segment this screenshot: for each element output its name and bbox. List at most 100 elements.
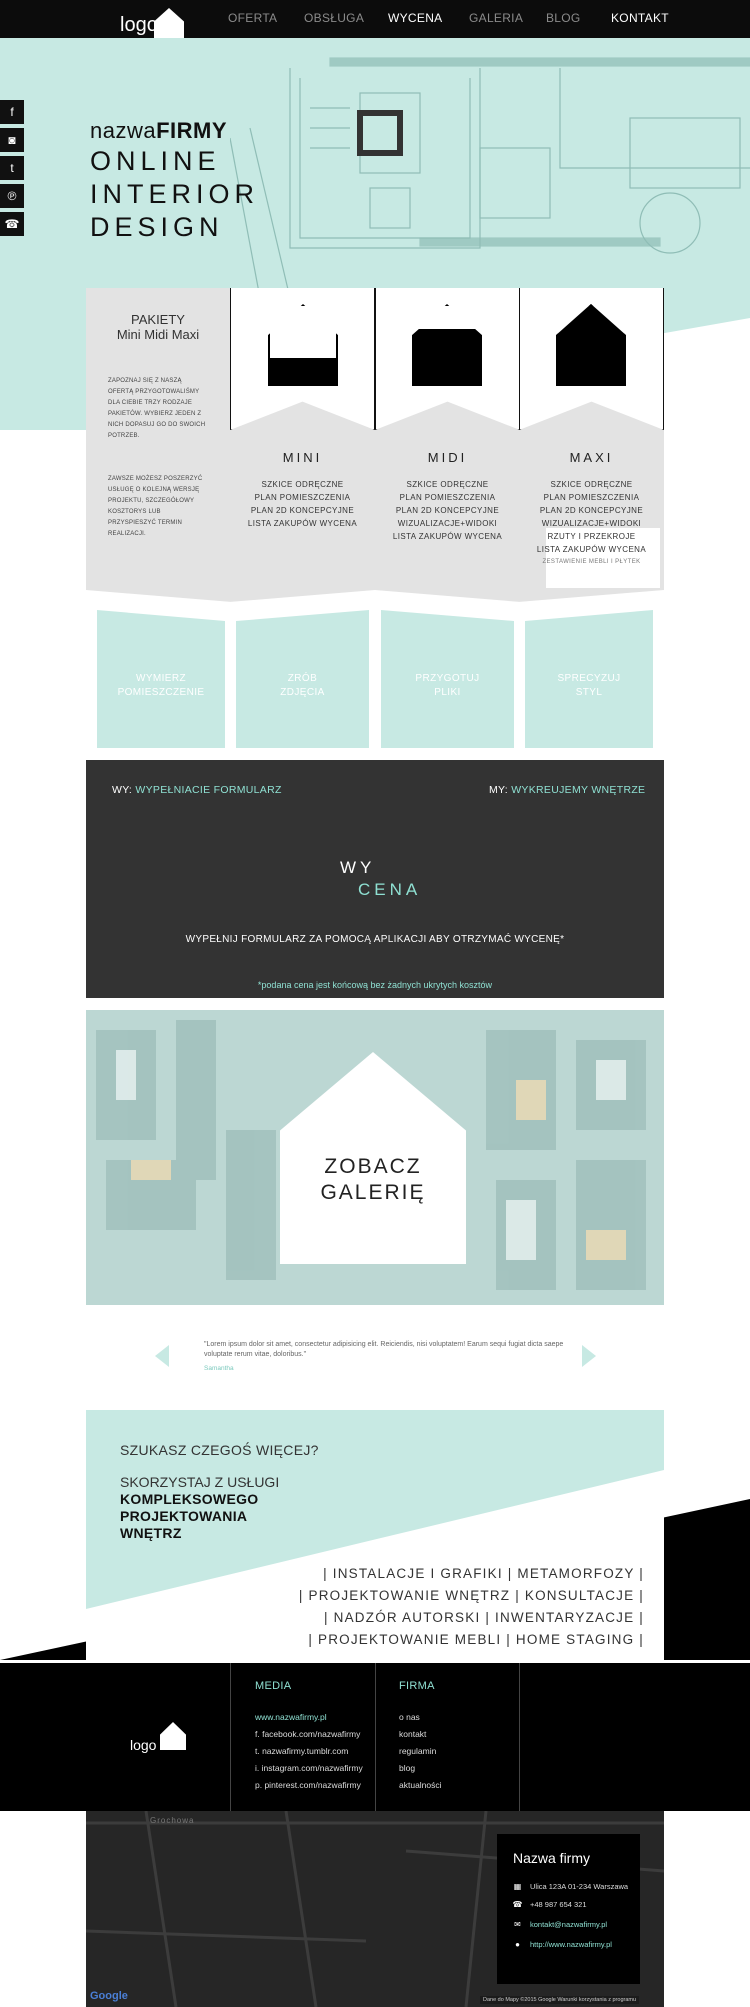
feature-item: SZKICE ODRĘCZNE (550, 480, 633, 489)
footer-firma-link[interactable]: regulamin (399, 1746, 436, 1756)
envelope-icon: ✉ (514, 1920, 521, 1929)
pinterest-icon[interactable]: ℗ (0, 184, 24, 208)
gallery-cta[interactable]: ZOBACZ GALERIĘ (280, 1154, 466, 1206)
footer-media-link[interactable]: f. facebook.com/nazwafirmy (255, 1729, 360, 1739)
footer-firma-link[interactable]: aktualności (399, 1780, 442, 1790)
tagline-line1: ONLINE (90, 146, 221, 176)
studio-step-label: MY: WYKREUJEMY WNĘTRZE (489, 784, 645, 796)
tumblr-icon[interactable]: t (0, 156, 24, 180)
gallery-cta-line2: GALERIĘ (320, 1181, 426, 1204)
services-bold-2: PROJEKTOWANIA (120, 1508, 248, 1524)
prev-arrow-icon[interactable] (155, 1345, 169, 1367)
package-name-midi: MIDI (427, 450, 468, 465)
services-line-2: | PROJEKTOWANIE WNĘTRZ | KONSULTACJE | (298, 1588, 644, 1603)
nav-blog[interactable]: BLOG (546, 11, 581, 25)
form-cta[interactable]: WYPEŁNIJ FORMULARZ ZA POMOCĄ APLIKACJI A… (86, 934, 664, 945)
contact-company: Nazwa firmy (513, 1850, 591, 1866)
services-line-3: | NADZÓR AUTORSKI | INWENTARYZACJE | (323, 1610, 644, 1625)
feature-item: LISTA ZAKUPÓW WYCENA (247, 519, 358, 528)
packages-description-1: ZAPOZNAJ SIĘ Z NASZĄ OFERTĄ PRZYGOTOWALI… (108, 378, 206, 439)
logo[interactable]: logo (120, 14, 158, 37)
step-label-2: ZRÓB ZDJĘCIA (236, 672, 369, 700)
step-label-1: WYMIERZ POMIESZCZENIE (97, 672, 225, 700)
next-arrow-icon[interactable] (582, 1345, 596, 1367)
feature-item: PLAN POMIESZCZENIA (399, 493, 496, 502)
packages-description-2: ZAWSZE MOŻESZ POSZERZYĆ USŁUGĘ O KOLEJNĄ… (108, 476, 203, 537)
phone-icon[interactable]: ☎ (0, 212, 24, 236)
step-label-4: SPRECYZUJ STYL (525, 672, 653, 700)
feature-item: PLAN 2D KONCEPCYJNE (539, 506, 644, 515)
wycena-logo-bottom: CENA (358, 880, 422, 899)
client-step-label: WY: WYPEŁNIACIE FORMULARZ (112, 784, 282, 796)
feature-item: WIZUALIZACJE+WIDOKI (541, 519, 642, 528)
feature-item: SZKICE ODRĘCZNE (406, 480, 489, 489)
globe-icon: ● (515, 1940, 520, 1949)
nav-wycena[interactable]: WYCENA (388, 11, 442, 25)
brand-name: nazwaFIRMY (90, 118, 227, 144)
footer-media-title: MEDIA (255, 1680, 292, 1692)
contact-website-text[interactable]: http://www.nazwafirmy.pl (530, 1940, 612, 1949)
footer-media-link[interactable]: p. pinterest.com/nazwafirmy (255, 1780, 361, 1790)
services-line-1: | INSTALACJE I GRAFIKI | METAMORFOZY | (323, 1566, 644, 1581)
contact-phone-text: +48 987 654 321 (530, 1900, 587, 1909)
step-label-line: WYMIERZ (135, 673, 187, 684)
wycena-logo-top: WY (340, 858, 376, 877)
services-sub: SKORZYSTAJ Z USŁUGI (120, 1474, 280, 1490)
contact-address-text: Ulica 123A 01-234 Warszawa (530, 1882, 629, 1891)
footer-media-link[interactable]: www.nazwafirmy.pl (255, 1712, 327, 1722)
google-logo: Google (90, 1990, 128, 2002)
social-sidebar: f ◙ t ℗ ☎ (0, 100, 24, 240)
packages-title-line2: Mini Midi Maxi (116, 327, 200, 342)
facebook-icon[interactable]: f (0, 100, 24, 124)
packages-title-line1: PAKIETY (131, 312, 185, 327)
nav-oferta[interactable]: OFERTA (228, 11, 277, 25)
footer-firma-link[interactable]: blog (399, 1763, 415, 1773)
studio-text: WYKREUJEMY WNĘTRZE (511, 784, 646, 796)
packages-title: PAKIETY Mini Midi Maxi (86, 312, 230, 342)
package-features-midi: SZKICE ODRĘCZNE PLAN POMIESZCZENIA PLAN … (375, 478, 520, 543)
step-label-line: ZRÓB (287, 673, 318, 684)
nav-kontakt[interactable]: KONTAKT (611, 11, 669, 25)
tagline-line3: DESIGN (90, 212, 224, 242)
footer-divider (375, 1663, 376, 1811)
contact-email-text[interactable]: kontakt@nazwafirmy.pl (530, 1920, 607, 1929)
contact-website[interactable]: ● http://www.nazwafirmy.pl (513, 1940, 612, 1949)
feature-item: SZKICE ODRĘCZNE (261, 480, 344, 489)
step-label-line: ZDJĘCIA (280, 687, 325, 698)
footer-divider (519, 1663, 520, 1811)
contact-email[interactable]: ✉ kontakt@nazwafirmy.pl (513, 1920, 607, 1929)
footer-firma-link[interactable]: o nas (399, 1712, 420, 1722)
map-attribution[interactable]: Dane do Mapy ©2015 Google Warunki korzys… (480, 1996, 640, 2004)
price-note: *podana cena jest końcową bez żadnych uk… (257, 980, 493, 990)
feature-item: WIZUALIZACJE+WIDOKI (397, 519, 498, 528)
step-label-3: PRZYGOTUJ PLIKI (381, 672, 514, 700)
package-name-maxi: MAXI (569, 450, 614, 465)
feature-item: RZUTY I PRZEKROJE (547, 532, 636, 541)
tagline-line2: INTERIOR (90, 179, 260, 209)
package-features-mini: SZKICE ODRĘCZNE PLAN POMIESZCZENIA PLAN … (230, 478, 375, 530)
step-label-line: PLIKI (434, 687, 461, 698)
footer-firma-link[interactable]: kontakt (399, 1729, 426, 1739)
footer-media-link[interactable]: i. instagram.com/nazwafirmy (255, 1763, 363, 1773)
client-prefix: WY: (112, 784, 133, 796)
services-line-4: | PROJEKTOWANIE MEBLI | HOME STAGING | (308, 1632, 644, 1647)
map-street-label: Grochowa (150, 1816, 195, 1825)
footer-media-link[interactable]: t. nazwafirmy.tumblr.com (255, 1746, 348, 1756)
contact-phone: ☎ +48 987 654 321 (513, 1900, 587, 1909)
blueprint-illustration (230, 57, 750, 298)
step-label-line: POMIESZCZENIE (117, 687, 205, 698)
phone-icon: ☎ (512, 1900, 523, 1909)
client-text: WYPEŁNIACIE FORMULARZ (135, 784, 282, 796)
feature-item: PLAN POMIESZCZENIA (254, 493, 351, 502)
footer-logo[interactable]: logo (130, 1737, 156, 1753)
footer-firma-title: FIRMA (399, 1680, 435, 1692)
services-bold-3: WNĘTRZ (120, 1525, 182, 1541)
studio-prefix: MY: (489, 784, 508, 796)
package-features-maxi: SZKICE ODRĘCZNE PLAN POMIESZCZENIA PLAN … (519, 478, 664, 569)
instagram-icon[interactable]: ◙ (0, 128, 24, 152)
nav-galeria[interactable]: GALERIA (469, 11, 523, 25)
feature-item: PLAN 2D KONCEPCYJNE (395, 506, 500, 515)
nav-obsluga[interactable]: OBSŁUGA (304, 11, 364, 25)
step-label-line: SPRECYZUJ (557, 673, 621, 684)
testimonial-quote: "Lorem ipsum dolor sit amet, consectetur… (204, 1341, 564, 1358)
